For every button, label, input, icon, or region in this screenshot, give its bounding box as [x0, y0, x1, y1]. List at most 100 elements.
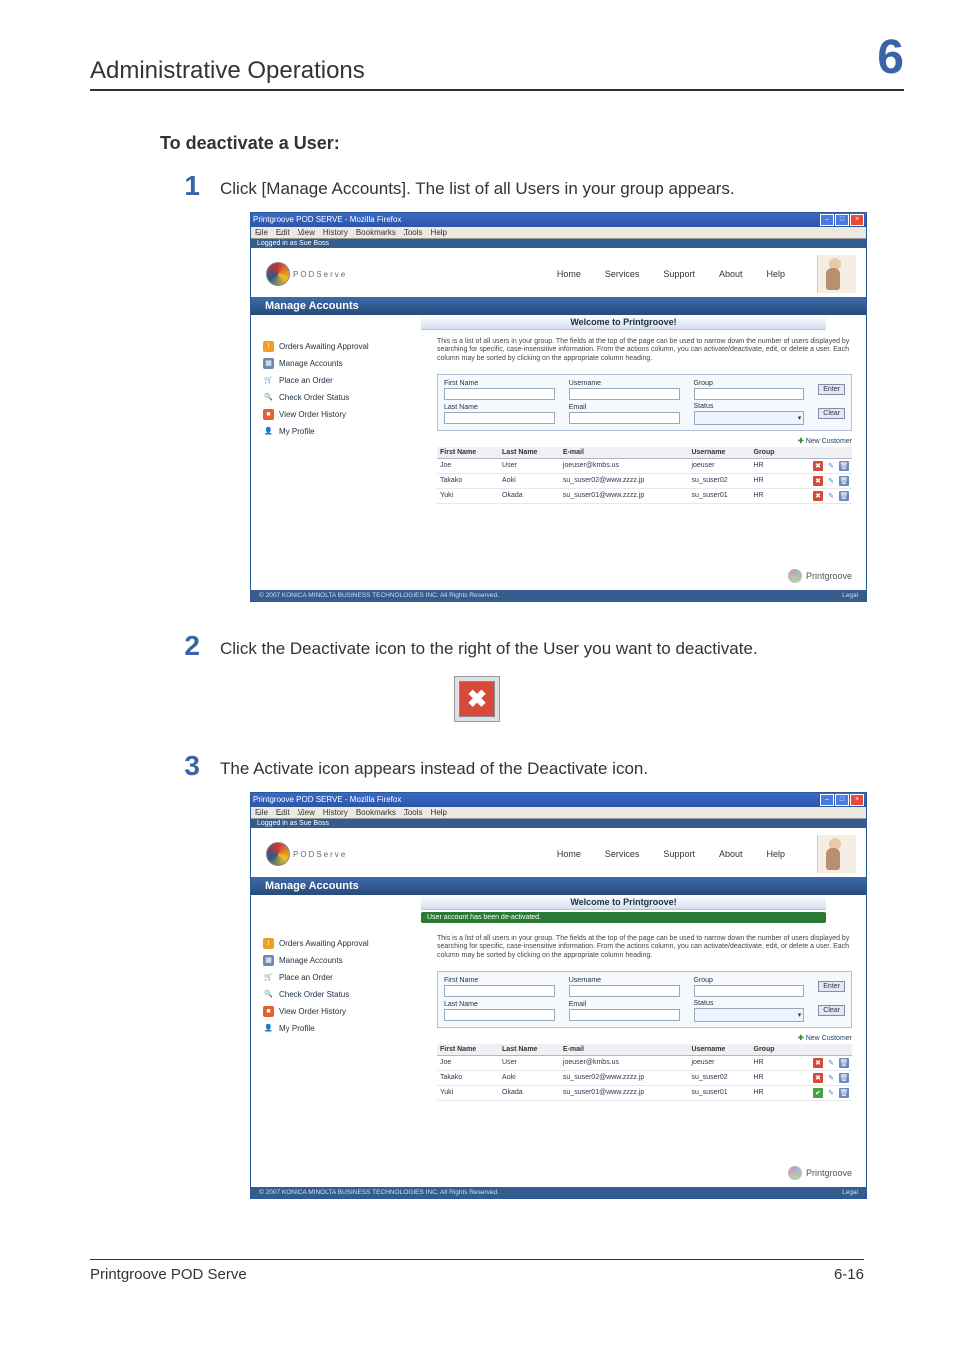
- menu-help[interactable]: Help: [431, 808, 447, 817]
- menu-history[interactable]: History: [323, 808, 348, 817]
- sidebar-place-order[interactable]: 🛒Place an Order: [263, 969, 429, 986]
- activate-icon[interactable]: ✔: [813, 1088, 823, 1098]
- menu-file[interactable]: File: [255, 808, 268, 817]
- nav-support[interactable]: Support: [663, 269, 695, 279]
- filter-status-select[interactable]: ▾: [694, 1008, 805, 1022]
- filter-firstname-label: First Name: [444, 380, 555, 387]
- edit-icon[interactable]: ✎: [826, 1088, 836, 1098]
- th-firstname[interactable]: First Name: [437, 447, 499, 459]
- filter-group-input[interactable]: [694, 388, 805, 400]
- sidebar-view-history[interactable]: ■View Order History: [263, 1003, 429, 1020]
- deactivate-icon[interactable]: ✖: [813, 491, 823, 501]
- cell-last: Okada: [499, 488, 560, 503]
- sidebar-orders-awaiting[interactable]: !Orders Awaiting Approval: [263, 338, 429, 355]
- nav-home[interactable]: Home: [557, 849, 581, 859]
- menu-view[interactable]: View: [298, 808, 315, 817]
- filter-username-input[interactable]: [569, 388, 680, 400]
- nav-help[interactable]: Help: [766, 849, 785, 859]
- minimize-icon[interactable]: –: [820, 214, 834, 226]
- close-icon[interactable]: ×: [850, 794, 864, 806]
- sidebar-view-history[interactable]: ■View Order History: [263, 406, 429, 423]
- filter-firstname-input[interactable]: [444, 388, 555, 400]
- minimize-icon[interactable]: –: [820, 794, 834, 806]
- th-lastname[interactable]: Last Name: [499, 447, 560, 459]
- nav-about[interactable]: About: [719, 849, 743, 859]
- menu-help[interactable]: Help: [431, 228, 447, 237]
- th-username[interactable]: Username: [688, 447, 750, 459]
- filter-email-input[interactable]: [569, 1009, 680, 1021]
- sidebar-manage-accounts[interactable]: ▦Manage Accounts: [263, 952, 429, 969]
- maximize-icon[interactable]: □: [835, 794, 849, 806]
- th-firstname[interactable]: First Name: [437, 1044, 499, 1056]
- deactivate-icon[interactable]: ✖: [813, 476, 823, 486]
- nav-services[interactable]: Services: [605, 849, 640, 859]
- menu-bookmarks[interactable]: Bookmarks: [356, 808, 396, 817]
- delete-icon[interactable]: 🗑: [839, 491, 849, 501]
- enter-button[interactable]: Enter: [818, 981, 845, 992]
- close-icon[interactable]: ×: [850, 214, 864, 226]
- filter-firstname-input[interactable]: [444, 985, 555, 997]
- step-1: 1 Click [Manage Accounts]. The list of a…: [90, 172, 864, 202]
- th-email[interactable]: E-mail: [560, 447, 689, 459]
- sidebar-orders-awaiting[interactable]: !Orders Awaiting Approval: [263, 935, 429, 952]
- edit-icon[interactable]: ✎: [826, 476, 836, 486]
- filter-lastname-input[interactable]: [444, 412, 555, 424]
- delete-icon[interactable]: 🗑: [839, 476, 849, 486]
- filter-email-input[interactable]: [569, 412, 680, 424]
- maximize-icon[interactable]: □: [835, 214, 849, 226]
- sidebar-place-order[interactable]: 🛒Place an Order: [263, 372, 429, 389]
- nav-services[interactable]: Services: [605, 269, 640, 279]
- delete-icon[interactable]: 🗑: [839, 1088, 849, 1098]
- step-2-text: Click the Deactivate icon to the right o…: [220, 636, 864, 662]
- deactivate-icon[interactable]: ✖: [813, 1058, 823, 1068]
- edit-icon[interactable]: ✎: [826, 1058, 836, 1068]
- clear-button[interactable]: Clear: [818, 1005, 845, 1016]
- sidebar-my-profile[interactable]: 👤My Profile: [263, 423, 429, 440]
- delete-icon[interactable]: 🗑: [839, 1073, 849, 1083]
- new-customer-link[interactable]: ✚ New Customer: [437, 437, 852, 445]
- nav-help[interactable]: Help: [766, 269, 785, 279]
- deactivate-icon[interactable]: ✖: [813, 1073, 823, 1083]
- sidebar-check-status[interactable]: 🔍Check Order Status: [263, 986, 429, 1003]
- edit-icon[interactable]: ✎: [826, 461, 836, 471]
- step-3: 3 The Activate icon appears instead of t…: [90, 752, 864, 782]
- th-username[interactable]: Username: [688, 1044, 750, 1056]
- menu-history[interactable]: History: [323, 228, 348, 237]
- edit-icon[interactable]: ✎: [826, 1073, 836, 1083]
- sidebar-my-profile[interactable]: 👤My Profile: [263, 1020, 429, 1037]
- th-lastname[interactable]: Last Name: [499, 1044, 560, 1056]
- nav-about[interactable]: About: [719, 269, 743, 279]
- nav-home[interactable]: Home: [557, 269, 581, 279]
- sidebar-check-status[interactable]: 🔍Check Order Status: [263, 389, 429, 406]
- filter-lastname-input[interactable]: [444, 1009, 555, 1021]
- table-row: Joe User joeuser@kmbs.us joeuser HR ✖✎🗑: [437, 458, 852, 473]
- enter-button[interactable]: Enter: [818, 384, 845, 395]
- menu-view[interactable]: View: [298, 228, 315, 237]
- th-group[interactable]: Group: [751, 447, 791, 459]
- logo-swirl-icon: [266, 262, 290, 286]
- menu-edit[interactable]: Edit: [276, 228, 290, 237]
- menu-bookmarks[interactable]: Bookmarks: [356, 228, 396, 237]
- th-email[interactable]: E-mail: [560, 1044, 689, 1056]
- filter-group-input[interactable]: [694, 985, 805, 997]
- filter-username-label: Username: [569, 977, 680, 984]
- filter-username-input[interactable]: [569, 985, 680, 997]
- app-logo: PODServe: [266, 252, 347, 297]
- menu-tools[interactable]: Tools: [404, 808, 423, 817]
- nav-support[interactable]: Support: [663, 849, 695, 859]
- menu-tools[interactable]: Tools: [404, 228, 423, 237]
- clear-button[interactable]: Clear: [818, 408, 845, 419]
- delete-icon[interactable]: 🗑: [839, 461, 849, 471]
- new-customer-link[interactable]: ✚ New Customer: [437, 1034, 852, 1042]
- footer-legal-link[interactable]: Legal: [842, 1189, 858, 1196]
- sidebar-manage-accounts[interactable]: ▦Manage Accounts: [263, 355, 429, 372]
- chapter-number: 6: [877, 30, 904, 85]
- edit-icon[interactable]: ✎: [826, 491, 836, 501]
- menu-edit[interactable]: Edit: [276, 808, 290, 817]
- th-group[interactable]: Group: [751, 1044, 791, 1056]
- delete-icon[interactable]: 🗑: [839, 1058, 849, 1068]
- menu-file[interactable]: File: [255, 228, 268, 237]
- footer-legal-link[interactable]: Legal: [842, 592, 858, 599]
- filter-status-select[interactable]: ▾: [694, 411, 805, 425]
- deactivate-icon[interactable]: ✖: [813, 461, 823, 471]
